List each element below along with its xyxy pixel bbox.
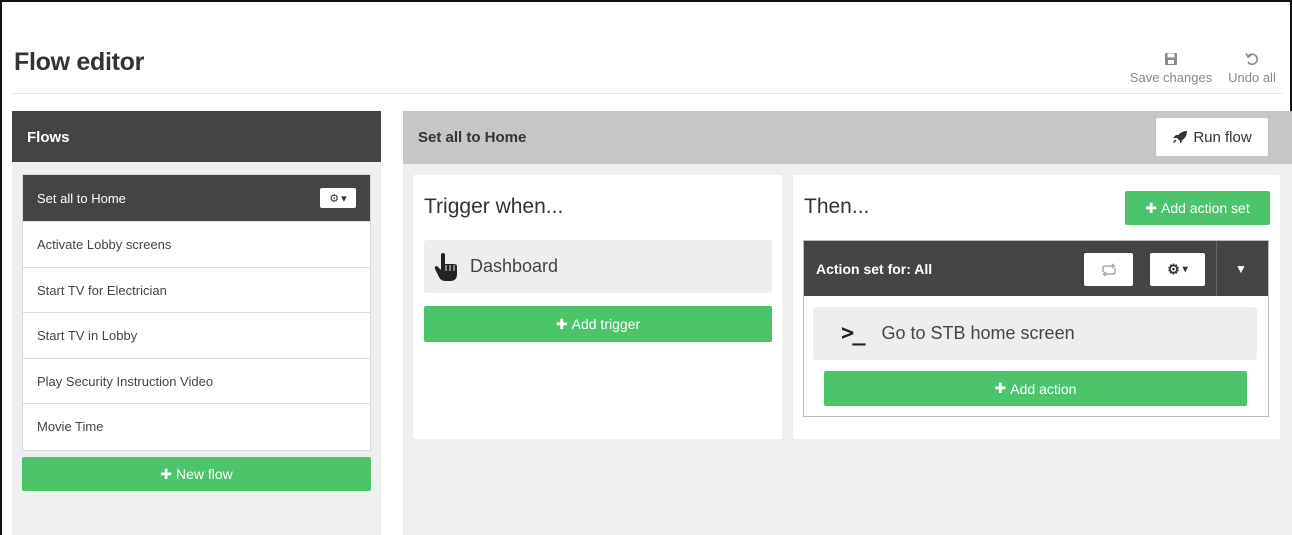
flow-list: Set all to Home ⚙ ▾ Activate Lobby scree… [22, 174, 371, 451]
pointing-hand-icon [434, 252, 457, 281]
flow-item-label: Set all to Home [37, 191, 126, 206]
trigger-card: Trigger when... Dashboard ✚ Add trigger [413, 175, 782, 439]
new-flow-button[interactable]: ✚ New flow [22, 457, 371, 491]
gear-icon: ⚙ [1167, 261, 1180, 277]
caret-down-icon: ▾ [341, 192, 347, 205]
repeat-icon [1101, 262, 1116, 277]
trigger-title: Trigger when... [424, 195, 564, 218]
flow-item-start-tv-for-electrician[interactable]: Start TV for Electrician [23, 268, 370, 314]
flow-item-label: Start TV for Electrician [37, 282, 167, 298]
flow-item-label: Start TV in Lobby [37, 328, 138, 344]
repeat-button[interactable] [1084, 253, 1133, 286]
add-action-button[interactable]: ✚ Add action [824, 371, 1247, 406]
action-set-options-button[interactable]: ⚙ ▾ [1150, 253, 1205, 286]
run-flow-label: Run flow [1193, 128, 1252, 146]
flow-item-label: Activate Lobby screens [37, 237, 172, 252]
rocket-icon [1173, 131, 1188, 144]
flow-item-movie-time[interactable]: Movie Time [23, 404, 370, 450]
plus-icon: ✚ [1145, 199, 1157, 216]
flow-item-label: Play Security Instruction Video [37, 373, 214, 389]
flow-options-button[interactable]: ⚙ ▾ [320, 188, 356, 208]
action-item-go-to-stb-home-screen[interactable]: >_ Go to STB home screen [813, 307, 1257, 360]
floppy-disk-icon [1165, 53, 1177, 65]
flow-name: Set all to Home [418, 129, 527, 146]
flows-panel-title: Flows [12, 111, 381, 162]
flow-item-play-security-instruction-video[interactable]: Play Security Instruction Video [23, 359, 370, 405]
add-trigger-button[interactable]: ✚ Add trigger [424, 306, 772, 342]
action-set-title: Action set for: All [816, 261, 933, 277]
flow-editor-window: Flow editor Save changes Undo all Flows … [0, 0, 1292, 535]
flow-header: Set all to Home Run flow [403, 111, 1292, 164]
page-title: Flow editor [14, 48, 145, 76]
flow-detail-panel: Set all to Home Run flow Trigger when... [403, 111, 1292, 535]
terminal-prompt-icon: >_ [841, 321, 865, 346]
save-changes-button[interactable]: Save changes [1123, 50, 1219, 85]
then-card: Then... ✚ Add action set Action set for:… [793, 175, 1280, 439]
caret-down-icon: ▾ [1182, 264, 1188, 275]
collapse-toggle[interactable]: ▼ [1229, 262, 1253, 276]
add-action-label: Add action [1010, 380, 1077, 397]
plus-icon: ✚ [555, 315, 568, 332]
new-flow-label: New flow [175, 466, 233, 482]
flow-item-start-tv-in-lobby[interactable]: Start TV in Lobby [23, 313, 370, 359]
run-flow-button[interactable]: Run flow [1156, 118, 1268, 156]
action-set-header: Action set for: All ⚙ ▾ ▼ [804, 241, 1268, 296]
header-divider [12, 93, 1282, 94]
gear-icon: ⚙ [329, 192, 340, 205]
caret-down-icon: ▼ [1235, 262, 1247, 276]
add-action-set-label: Add action set [1161, 200, 1250, 216]
flows-panel: Flows Set all to Home ⚙ ▾ Activate Lobby… [12, 111, 381, 535]
plus-icon: ✚ [160, 465, 172, 482]
action-item-label: Go to STB home screen [881, 323, 1075, 343]
action-set-header-divider [1216, 241, 1217, 296]
undo-all-button[interactable]: Undo all [1216, 50, 1288, 85]
save-changes-label: Save changes [1129, 70, 1213, 85]
flow-item-activate-lobby-screens[interactable]: Activate Lobby screens [23, 222, 370, 268]
add-trigger-label: Add trigger [571, 316, 641, 332]
add-action-set-button[interactable]: ✚ Add action set [1125, 191, 1270, 225]
flow-item-label: Movie Time [37, 419, 104, 435]
plus-icon: ✚ [994, 380, 1007, 396]
undo-icon [1245, 53, 1258, 66]
flow-item-set-all-to-home[interactable]: Set all to Home ⚙ ▾ [23, 175, 370, 222]
action-set: Action set for: All ⚙ ▾ ▼ >_ Go to STB h… [803, 240, 1269, 417]
then-title: Then... [804, 195, 870, 218]
undo-all-label: Undo all [1228, 70, 1276, 85]
trigger-item-label: Dashboard [470, 256, 559, 276]
trigger-item-dashboard[interactable]: Dashboard [424, 240, 772, 293]
